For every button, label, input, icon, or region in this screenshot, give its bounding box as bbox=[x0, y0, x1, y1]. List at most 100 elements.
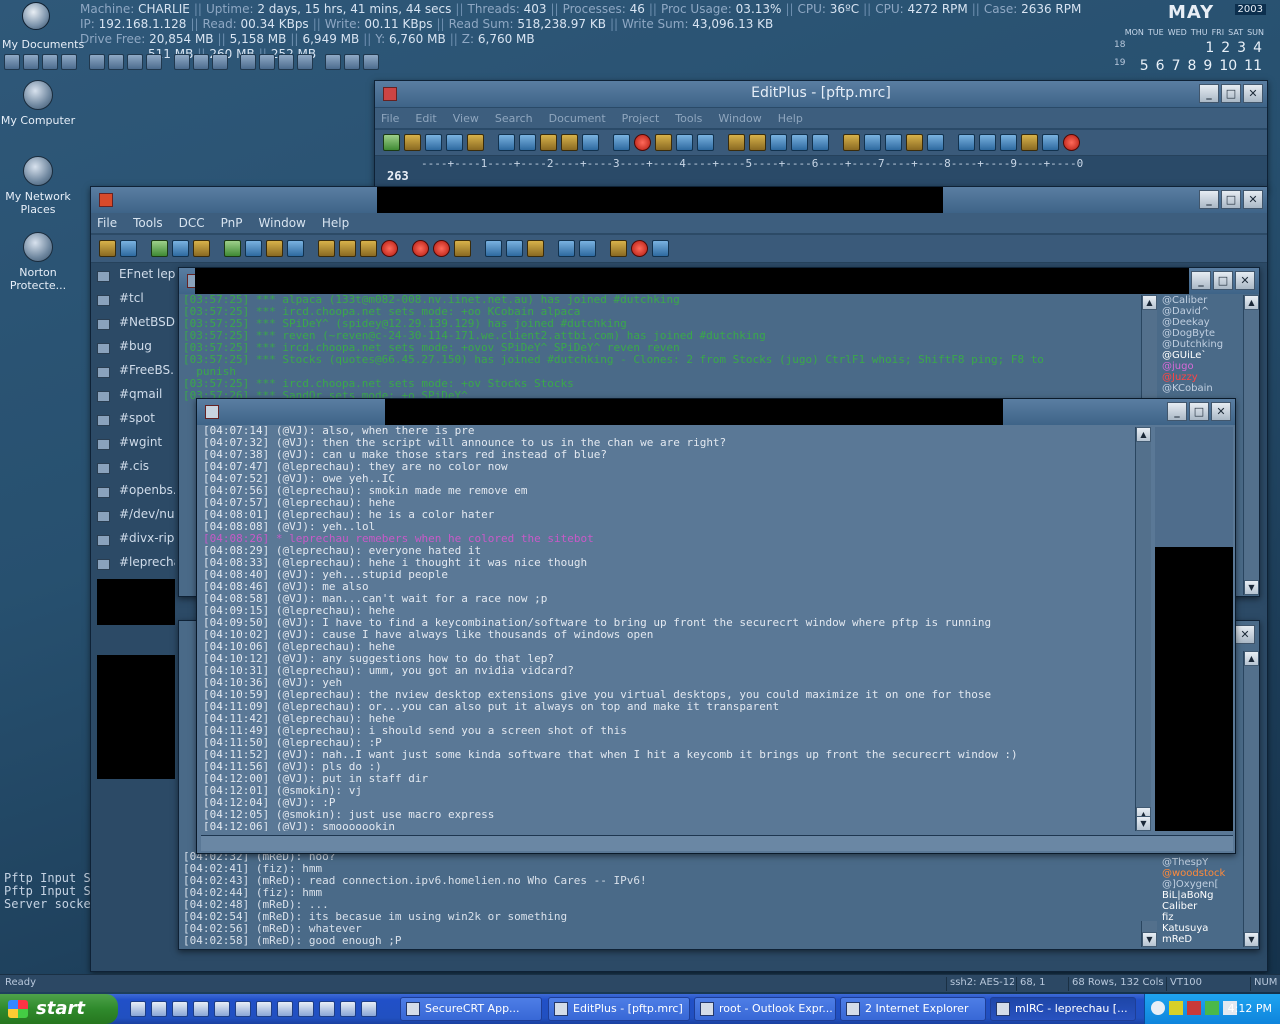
switchbar-item[interactable]: EFnet lep... bbox=[95, 267, 175, 287]
toolbar-button-icon[interactable] bbox=[1000, 134, 1017, 151]
nicklist-item[interactable]: @GUiLe` bbox=[1162, 350, 1242, 361]
taskbar-button[interactable]: 2 Internet Explorer bbox=[840, 997, 986, 1021]
toolbar-tool-icon[interactable] bbox=[108, 54, 124, 70]
nicklist-item[interactable]: @KCobain bbox=[1162, 383, 1242, 394]
toolbar-button-icon[interactable] bbox=[906, 134, 923, 151]
quick-launch-icon[interactable] bbox=[319, 1001, 335, 1017]
menu-item-window[interactable]: Window bbox=[259, 216, 306, 230]
toolbar-button-icon[interactable] bbox=[446, 134, 463, 151]
nicklist-item[interactable]: BiL|aBoNg bbox=[1162, 890, 1242, 901]
toolbar-button-icon[interactable] bbox=[519, 134, 536, 151]
toolbar-button-icon[interactable] bbox=[634, 134, 651, 151]
toolbar-button-icon[interactable] bbox=[245, 240, 262, 257]
toolbar-button-icon[interactable] bbox=[927, 134, 944, 151]
maximize-button[interactable]: □ bbox=[1213, 271, 1233, 290]
nicklist-item[interactable]: @David^ bbox=[1162, 306, 1242, 317]
toolbar-button-icon[interactable] bbox=[631, 240, 648, 257]
toolbar-button-icon[interactable] bbox=[360, 240, 377, 257]
toolbar-button-icon[interactable] bbox=[318, 240, 335, 257]
toolbar-button-icon[interactable] bbox=[151, 240, 168, 257]
scroll-up-arrow[interactable]: ▲ bbox=[1244, 651, 1259, 666]
calendar-date[interactable]: 11 bbox=[1244, 58, 1262, 74]
toolbar-tool-icon[interactable] bbox=[297, 54, 313, 70]
calendar-date[interactable]: 10 bbox=[1219, 58, 1237, 74]
switchbar-item[interactable]: #tcl bbox=[95, 291, 175, 311]
switchbar-item[interactable]: #spot bbox=[95, 411, 175, 431]
network-places-desktop-icon[interactable]: My Network Places bbox=[0, 156, 76, 216]
taskbar-button[interactable]: EditPlus - [pftp.mrc] bbox=[548, 997, 690, 1021]
my-computer-desktop-icon[interactable]: My Computer bbox=[0, 80, 76, 127]
quick-launch-icon[interactable] bbox=[235, 1001, 251, 1017]
toolbar-tool-icon[interactable] bbox=[240, 54, 256, 70]
menu-item-tools[interactable]: Tools bbox=[133, 216, 163, 230]
toolbar-tool-icon[interactable] bbox=[212, 54, 228, 70]
close-button[interactable]: ✕ bbox=[1235, 625, 1255, 644]
calendar-date[interactable]: 3 bbox=[1237, 40, 1246, 56]
switchbar-item[interactable]: #bug bbox=[95, 339, 175, 359]
toolbar-button-icon[interactable] bbox=[864, 134, 881, 151]
scroll-down-arrow[interactable]: ▼ bbox=[1244, 932, 1259, 947]
nicklist-item[interactable]: @Dutchking bbox=[1162, 339, 1242, 350]
close-button[interactable]: ✕ bbox=[1235, 271, 1255, 290]
toolbar-tool-icon[interactable] bbox=[278, 54, 294, 70]
toolbar-button-icon[interactable] bbox=[193, 240, 210, 257]
toolbar-button-icon[interactable] bbox=[467, 134, 484, 151]
toolbar-tool-icon[interactable] bbox=[344, 54, 360, 70]
taskbar-button[interactable]: mIRC - leprechau [... bbox=[990, 997, 1136, 1021]
toolbar-tool-icon[interactable] bbox=[259, 54, 275, 70]
toolbar-button-icon[interactable] bbox=[485, 240, 502, 257]
menu-item-dcc[interactable]: DCC bbox=[179, 216, 205, 230]
toolbar-button-icon[interactable] bbox=[728, 134, 745, 151]
nicklist-item[interactable]: @Juzzy bbox=[1162, 372, 1242, 383]
toolbar-button-icon[interactable] bbox=[339, 240, 356, 257]
toolbar-button-icon[interactable] bbox=[958, 134, 975, 151]
switchbar-item[interactable]: #NetBSD bbox=[95, 315, 175, 335]
toolbar-button-icon[interactable] bbox=[885, 134, 902, 151]
toolbar-button-icon[interactable] bbox=[1021, 134, 1038, 151]
menu-item-edit[interactable]: Edit bbox=[415, 112, 436, 125]
toolbar-button-icon[interactable] bbox=[1063, 134, 1080, 151]
calendar-date[interactable]: 6 bbox=[1156, 58, 1165, 74]
menu-item-project[interactable]: Project bbox=[622, 112, 660, 125]
nicklist-scrollbar[interactable]: ▲ ▼ bbox=[1243, 651, 1259, 947]
documents-orb-icon[interactable] bbox=[22, 2, 50, 30]
query-input[interactable] bbox=[201, 835, 1233, 851]
taskbar-button[interactable]: SecureCRT App... bbox=[400, 997, 542, 1021]
calendar-date[interactable]: 7 bbox=[1172, 58, 1181, 74]
toolbar-tool-icon[interactable] bbox=[174, 54, 190, 70]
quick-launch-icon[interactable] bbox=[277, 1001, 293, 1017]
menu-item-pnp[interactable]: PnP bbox=[221, 216, 243, 230]
minimize-button[interactable]: _ bbox=[1199, 190, 1219, 209]
toolbar-tool-icon[interactable] bbox=[42, 54, 58, 70]
scroll-down-arrow[interactable]: ▼ bbox=[1142, 932, 1157, 947]
query-scrollbar[interactable]: ▲ ▲ ▼ bbox=[1135, 427, 1151, 831]
toolbar-button-icon[interactable] bbox=[433, 240, 450, 257]
toolbar-tool-icon[interactable] bbox=[193, 54, 209, 70]
toolbar-button-icon[interactable] bbox=[749, 134, 766, 151]
maximize-button[interactable]: □ bbox=[1221, 84, 1241, 103]
channel-scrollbar[interactable]: ▼ bbox=[1141, 921, 1157, 947]
quick-launch-icon[interactable] bbox=[340, 1001, 356, 1017]
toolbar-button-icon[interactable] bbox=[506, 240, 523, 257]
nicklist-item[interactable]: fiz bbox=[1162, 912, 1242, 923]
toolbar-button-icon[interactable] bbox=[652, 240, 669, 257]
minimize-button[interactable]: _ bbox=[1191, 271, 1211, 290]
nicklist-scrollbar[interactable]: ▲ ▼ bbox=[1243, 295, 1259, 595]
toolbar-button-icon[interactable] bbox=[425, 134, 442, 151]
toolbar-button-icon[interactable] bbox=[1042, 134, 1059, 151]
nicklist-item[interactable]: @ThespY bbox=[1162, 857, 1242, 868]
calendar-date[interactable]: 4 bbox=[1253, 40, 1262, 56]
menu-item-help[interactable]: Help bbox=[778, 112, 803, 125]
toolbar-button-icon[interactable] bbox=[610, 240, 627, 257]
quick-launch-icon[interactable] bbox=[151, 1001, 167, 1017]
quick-launch-icon[interactable] bbox=[256, 1001, 272, 1017]
scroll-up-arrow[interactable]: ▲ bbox=[1244, 295, 1259, 310]
menu-item-help[interactable]: Help bbox=[322, 216, 349, 230]
toolbar-button-icon[interactable] bbox=[579, 240, 596, 257]
toolbar-button-icon[interactable] bbox=[266, 240, 283, 257]
menu-item-window[interactable]: Window bbox=[718, 112, 761, 125]
quick-launch-icon[interactable] bbox=[298, 1001, 314, 1017]
switchbar-item[interactable]: #openbs... bbox=[95, 483, 175, 503]
norton-desktop-icon[interactable]: Norton Protecte... bbox=[0, 232, 76, 292]
toolbar-tool-icon[interactable] bbox=[363, 54, 379, 70]
